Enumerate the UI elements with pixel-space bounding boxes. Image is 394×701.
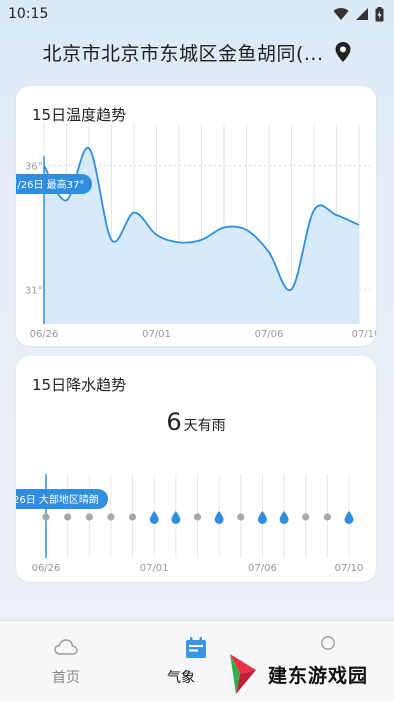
x-tick-label: 07/01 bbox=[142, 329, 171, 340]
watermark-logo-icon bbox=[230, 654, 256, 694]
wifi-icon bbox=[333, 8, 349, 20]
location-pin-icon[interactable] bbox=[334, 41, 352, 63]
rain-drop-icon bbox=[279, 511, 289, 524]
dry-day-dot bbox=[64, 513, 72, 521]
dry-day-dot bbox=[323, 513, 331, 521]
status-icons bbox=[333, 6, 384, 22]
status-bar: 10:15 bbox=[0, 0, 394, 28]
watermark-text: 建东游戏园 bbox=[268, 664, 369, 687]
y-tick-label: 36° bbox=[25, 162, 43, 173]
x-tick-label: 07/06 bbox=[248, 563, 277, 574]
rain-drop-icon bbox=[344, 511, 354, 524]
temperature-tooltip-text: 7/26日 最高37° bbox=[16, 178, 84, 191]
nav-weather[interactable]: 气象 bbox=[126, 621, 236, 701]
rain-drop-icon bbox=[171, 511, 181, 524]
x-tick-label: 07/01 bbox=[140, 563, 169, 574]
status-time: 10:15 bbox=[8, 6, 49, 22]
nav-weather-label: 气象 bbox=[167, 670, 195, 686]
dry-day-dot bbox=[128, 513, 137, 521]
location-row[interactable]: 北京市北京市东城区金鱼胡同(... bbox=[0, 36, 394, 68]
dry-day-dot bbox=[193, 513, 202, 521]
dry-day-dot bbox=[237, 513, 245, 521]
temperature-chart[interactable]: 36° 31° 7/26日 最高37° 06/26 07/01 07/06 07/10 bbox=[16, 86, 376, 346]
x-tick-label: 07/10 bbox=[352, 329, 376, 340]
precipitation-chart[interactable]: 26日 大部地区晴朗 06/26 07/01 07/06 07/10 bbox=[16, 356, 376, 582]
rain-drop-icon bbox=[214, 511, 224, 524]
precipitation-tooltip-text: 26日 大部地区晴朗 bbox=[16, 493, 99, 506]
battery-icon bbox=[375, 6, 384, 21]
x-tick-label: 07/06 bbox=[255, 329, 284, 340]
calendar-icon bbox=[186, 637, 206, 658]
dry-day-dot bbox=[302, 513, 310, 521]
x-tick-label: 06/26 bbox=[30, 329, 59, 340]
circle-icon bbox=[321, 636, 335, 650]
dry-day-dot bbox=[107, 513, 115, 521]
dry-day-dot bbox=[42, 513, 50, 521]
y-tick-label: 31° bbox=[25, 285, 43, 296]
nav-home[interactable]: 首页 bbox=[11, 621, 121, 701]
signal-icon bbox=[356, 8, 368, 20]
dry-day-dot bbox=[85, 513, 93, 521]
location-name[interactable]: 北京市北京市东城区金鱼胡同(... bbox=[42, 39, 323, 66]
rain-drop-icon bbox=[257, 511, 267, 524]
nav-home-label: 首页 bbox=[52, 670, 80, 686]
cloud-icon bbox=[54, 639, 78, 655]
temperature-trend-card: 15日温度趋势 36° 31° 7/26日 最高37° 06/26 07/01 07/06… bbox=[16, 86, 376, 346]
x-tick-label: 06/26 bbox=[32, 563, 61, 574]
watermark: 建东游戏园 bbox=[226, 650, 386, 698]
precipitation-trend-card: 15日降水趋势 6 天有雨 26日 大部地区晴朗 06/26 07/01 07/06 07… bbox=[16, 356, 376, 582]
rain-drop-icon bbox=[149, 511, 159, 524]
x-tick-label: 07/10 bbox=[335, 563, 364, 574]
